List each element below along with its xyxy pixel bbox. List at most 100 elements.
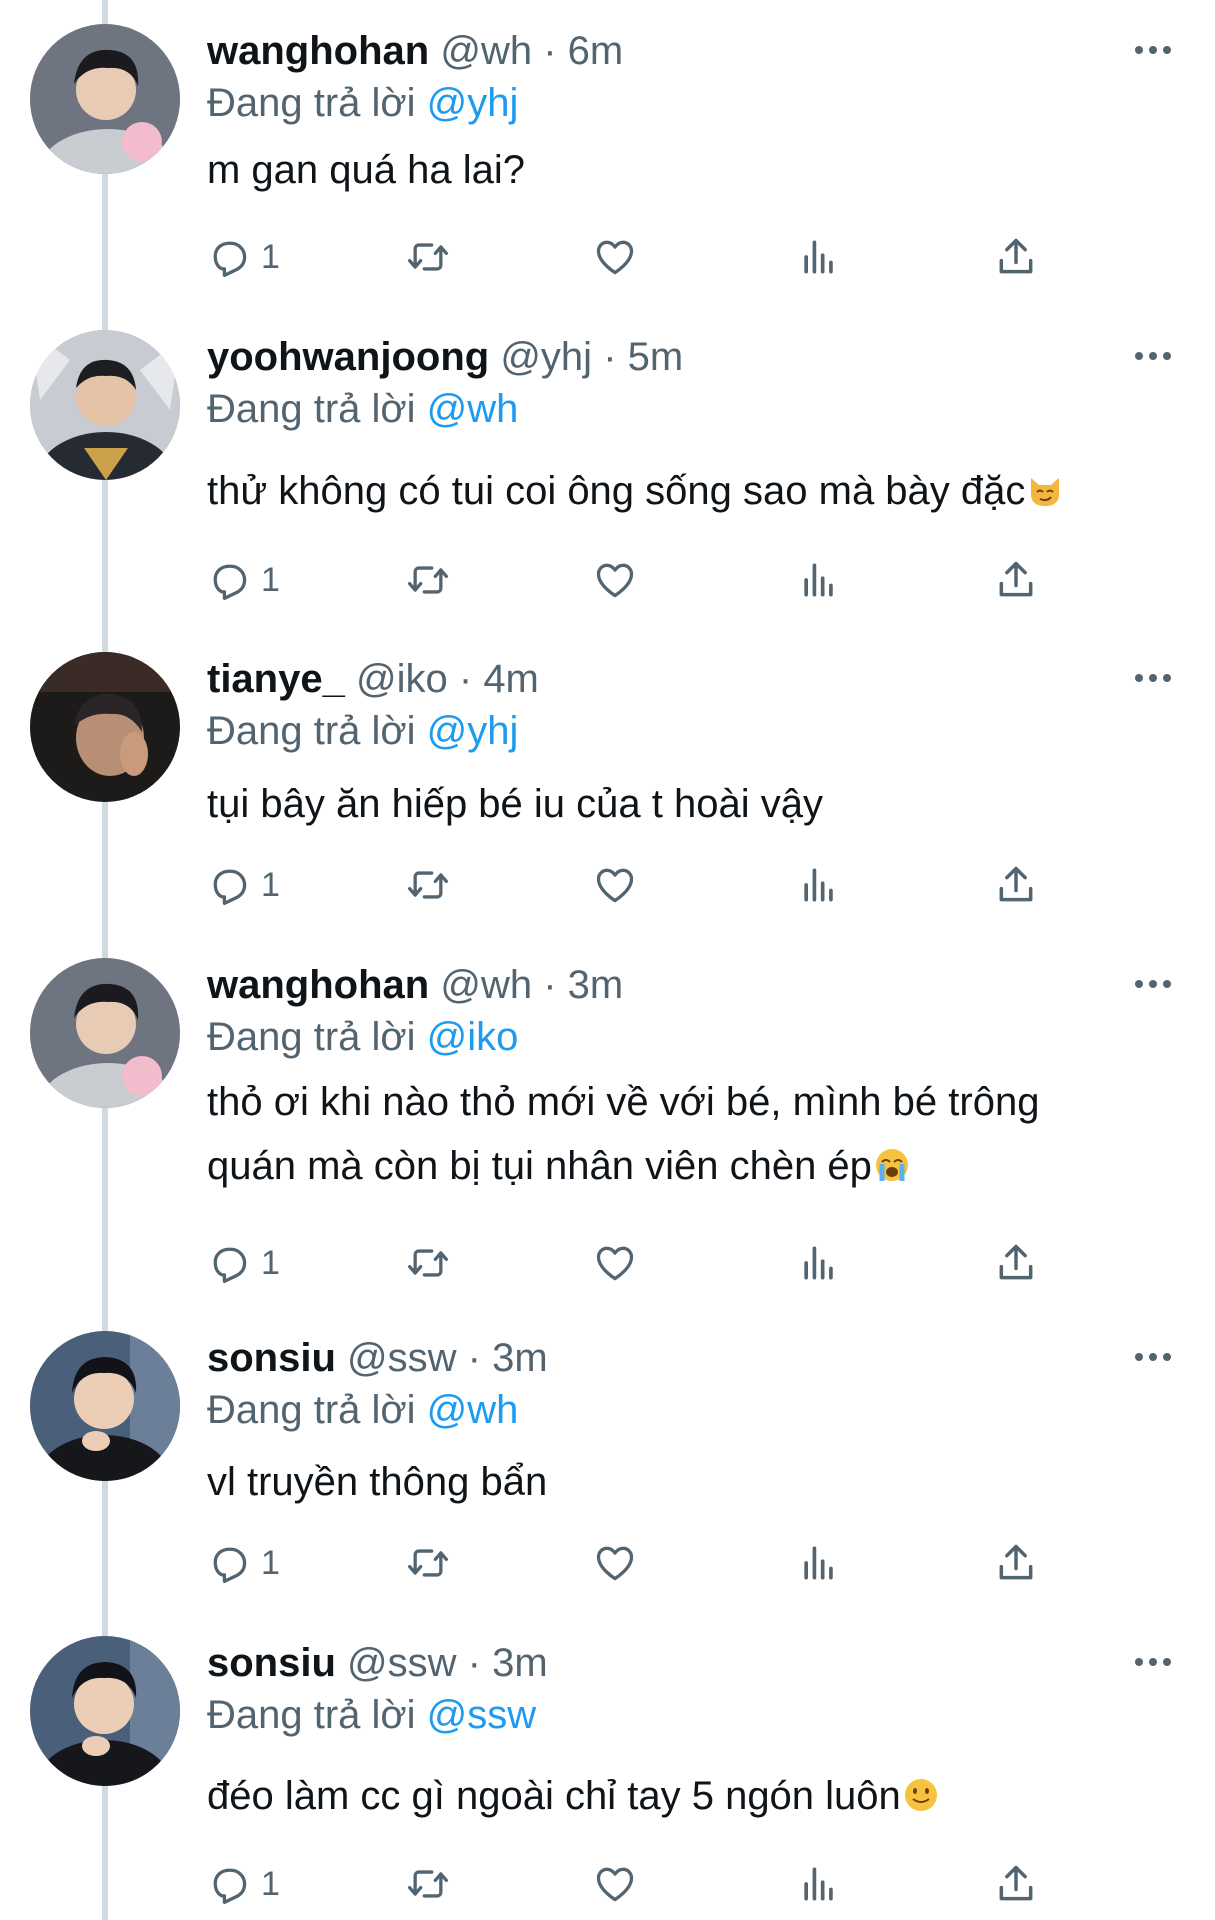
timestamp[interactable]: 6m [568, 29, 624, 73]
more-icon[interactable] [1128, 658, 1178, 698]
share-button[interactable] [994, 1535, 1038, 1591]
replying-to: Đang trả lời @yhj [207, 78, 518, 128]
share-icon [999, 1865, 1033, 1901]
share-button[interactable] [994, 552, 1038, 608]
mention-link[interactable]: @wh [427, 387, 519, 431]
handle[interactable]: @iko [356, 657, 448, 701]
reply-count: 1 [261, 1243, 280, 1282]
mention-link[interactable]: @wh [427, 1388, 519, 1432]
share-button[interactable] [994, 229, 1038, 285]
more-icon[interactable] [1128, 964, 1178, 1004]
retweet-icon [408, 1870, 448, 1898]
analytics-icon [804, 240, 833, 274]
timestamp[interactable]: 4m [483, 657, 539, 701]
mention-link[interactable]: @ssw [427, 1693, 537, 1737]
heart-icon [596, 563, 634, 598]
replying-label: Đang trả lời [207, 387, 416, 431]
reply-button[interactable]: 1 [207, 1535, 280, 1591]
reply-icon [213, 241, 247, 277]
handle[interactable]: @wh [440, 29, 532, 73]
retweet-button[interactable] [404, 1856, 452, 1912]
like-button[interactable] [592, 1235, 638, 1291]
like-button[interactable] [592, 552, 638, 608]
timestamp[interactable]: 3m [492, 1336, 548, 1380]
reply-button[interactable]: 1 [207, 229, 280, 285]
handle[interactable]: @ssw [347, 1641, 457, 1685]
tweet-text: vl truyền thông bẩn [207, 1450, 1147, 1514]
reply-count: 1 [261, 560, 280, 599]
retweet-button[interactable] [404, 857, 452, 913]
avatar[interactable] [30, 1331, 180, 1481]
reply-button[interactable]: 1 [207, 552, 280, 608]
avatar[interactable] [30, 330, 180, 480]
avatar[interactable] [30, 24, 180, 174]
handle[interactable]: @wh [440, 963, 532, 1007]
tweet-header: yoohwanjoong @yhj · 5m [207, 332, 683, 382]
tweet-header: wanghohan @wh · 3m [207, 960, 623, 1010]
more-icon[interactable] [1128, 336, 1178, 376]
handle[interactable]: @ssw [347, 1336, 457, 1380]
heart-icon [596, 1867, 634, 1902]
reply-icon [213, 1247, 247, 1283]
reply-button[interactable]: 1 [207, 1235, 280, 1291]
mention-link[interactable]: @iko [427, 1015, 519, 1059]
retweet-icon [408, 243, 448, 271]
avatar[interactable] [30, 958, 180, 1108]
analytics-icon [804, 868, 833, 902]
share-button[interactable] [994, 1235, 1038, 1291]
display-name[interactable]: yoohwanjoong [207, 335, 489, 379]
avatar[interactable] [30, 1636, 180, 1786]
display-name[interactable]: sonsiu [207, 1641, 336, 1685]
like-button[interactable] [592, 1535, 638, 1591]
analytics-button[interactable] [797, 1856, 841, 1912]
tweet-text: thử không có tui coi ông sống sao mà bày… [207, 459, 1147, 523]
analytics-button[interactable] [797, 1235, 841, 1291]
display-name[interactable]: sonsiu [207, 1336, 336, 1380]
share-icon [999, 866, 1033, 902]
retweet-button[interactable] [404, 229, 452, 285]
reply-icon [213, 564, 247, 600]
timestamp[interactable]: 3m [568, 963, 624, 1007]
like-button[interactable] [592, 857, 638, 913]
reply-button[interactable]: 1 [207, 1856, 280, 1912]
retweet-button[interactable] [404, 552, 452, 608]
share-button[interactable] [994, 1856, 1038, 1912]
mention-link[interactable]: @yhj [427, 709, 519, 753]
mention-link[interactable]: @yhj [427, 81, 519, 125]
display-name[interactable]: wanghohan [207, 963, 429, 1007]
heart-icon [596, 868, 634, 903]
display-name[interactable]: wanghohan [207, 29, 429, 73]
replying-label: Đang trả lời [207, 709, 416, 753]
analytics-button[interactable] [797, 1535, 841, 1591]
retweet-button[interactable] [404, 1535, 452, 1591]
share-button[interactable] [994, 857, 1038, 913]
tweet-text-content: tụi bây ăn hiếp bé iu của t hoài vậy [207, 782, 823, 826]
more-icon[interactable] [1128, 30, 1178, 70]
replying-to: Đang trả lời @yhj [207, 706, 518, 756]
analytics-button[interactable] [797, 552, 841, 608]
timestamp[interactable]: 5m [628, 335, 684, 379]
retweet-button[interactable] [404, 1235, 452, 1291]
analytics-icon [804, 1546, 833, 1580]
analytics-icon [804, 1246, 833, 1280]
action-bar: 1 [207, 1535, 1107, 1591]
more-icon[interactable] [1128, 1642, 1178, 1682]
separator: · [543, 29, 557, 73]
tweet-text: m gan quá ha lai? [207, 138, 1147, 202]
more-icon[interactable] [1128, 1337, 1178, 1377]
reply-button[interactable]: 1 [207, 857, 280, 913]
timestamp[interactable]: 3m [492, 1641, 548, 1685]
like-button[interactable] [592, 1856, 638, 1912]
display-name[interactable]: tianye_ [207, 657, 345, 701]
retweet-icon [408, 1549, 448, 1577]
like-button[interactable] [592, 229, 638, 285]
retweet-icon [408, 566, 448, 594]
analytics-button[interactable] [797, 229, 841, 285]
separator: · [543, 963, 557, 1007]
heart-icon [596, 240, 634, 275]
handle[interactable]: @yhj [500, 335, 592, 379]
avatar[interactable] [30, 652, 180, 802]
replying-label: Đang trả lời [207, 1693, 416, 1737]
reply-count: 1 [261, 237, 280, 276]
analytics-button[interactable] [797, 857, 841, 913]
